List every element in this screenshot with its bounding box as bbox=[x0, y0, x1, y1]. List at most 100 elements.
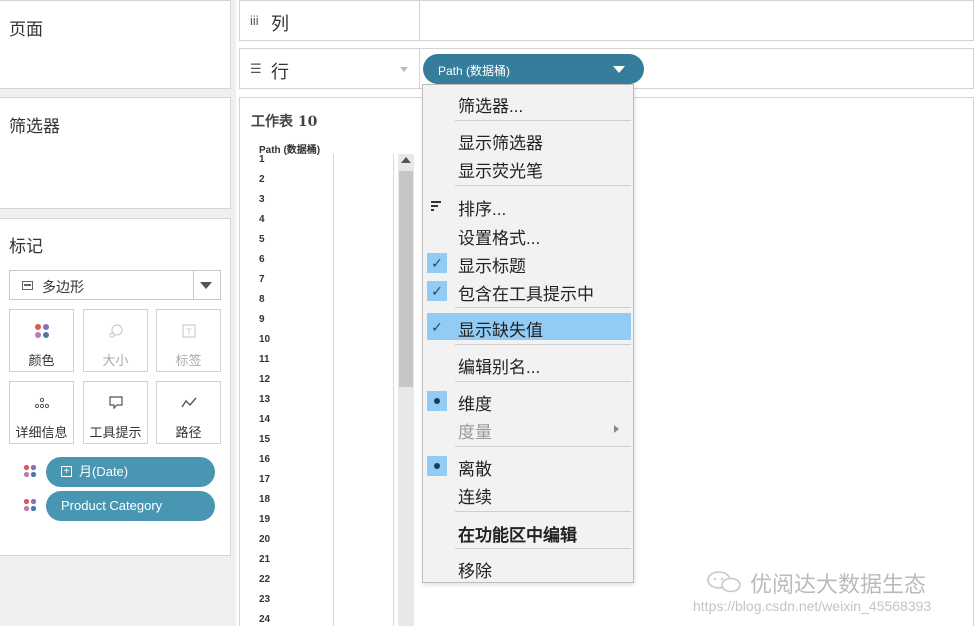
columns-label: 列 bbox=[271, 14, 289, 34]
size-label: 大小 bbox=[102, 353, 129, 368]
sort-icon bbox=[431, 201, 441, 211]
row-number[interactable]: 21 bbox=[259, 554, 270, 565]
menu-separator bbox=[455, 511, 631, 512]
tooltip-icon bbox=[84, 394, 147, 412]
menu-separator bbox=[455, 307, 631, 308]
menu-item-discrete[interactable]: 离散 bbox=[423, 452, 633, 479]
filters-panel[interactable]: 筛选器 bbox=[0, 97, 231, 209]
rows-label-area: ☰ 行 bbox=[240, 49, 420, 88]
menu-separator bbox=[455, 548, 631, 549]
checkmark-icon: ✓ bbox=[427, 281, 447, 301]
menu-item-show-filter[interactable]: 显示筛选器 bbox=[423, 126, 633, 153]
path-label: 路径 bbox=[175, 425, 202, 440]
row-number[interactable]: 17 bbox=[259, 474, 270, 485]
menu-item-show-header[interactable]: ✓ 显示标题 bbox=[423, 249, 633, 276]
detail-dots-icon bbox=[10, 394, 73, 412]
size-button[interactable]: 大小 bbox=[83, 309, 148, 372]
menu-separator bbox=[455, 446, 631, 447]
row-number[interactable]: 19 bbox=[259, 514, 270, 525]
menu-item-dimension[interactable]: 维度 bbox=[423, 387, 633, 414]
column-divider bbox=[333, 154, 334, 626]
row-number[interactable]: 1 bbox=[259, 154, 265, 165]
menu-item-format[interactable]: 设置格式... bbox=[423, 221, 633, 248]
chevron-down-icon[interactable] bbox=[200, 282, 212, 289]
row-number[interactable]: 10 bbox=[259, 334, 270, 345]
mark-type-label: 多边形 bbox=[42, 279, 84, 295]
row-number[interactable]: 13 bbox=[259, 394, 270, 405]
row-number[interactable]: 16 bbox=[259, 454, 270, 465]
product-category-pill[interactable]: Product Category bbox=[46, 491, 215, 521]
tooltip-button[interactable]: 工具提示 bbox=[83, 381, 148, 444]
menu-separator bbox=[455, 381, 631, 382]
menu-item-continuous[interactable]: 连续 bbox=[423, 480, 633, 507]
row-number[interactable]: 14 bbox=[259, 414, 270, 425]
columns-label-area: iii 列 bbox=[240, 1, 420, 40]
row-number[interactable]: 15 bbox=[259, 434, 270, 445]
rows-icon: ☰ bbox=[250, 61, 262, 76]
pill-label: Product Category bbox=[61, 498, 163, 513]
tooltip-label: 工具提示 bbox=[89, 425, 142, 440]
checkmark-icon: ✓ bbox=[427, 317, 447, 337]
vertical-scrollbar[interactable] bbox=[398, 154, 414, 626]
row-number[interactable]: 12 bbox=[259, 374, 270, 385]
polygon-icon bbox=[22, 281, 33, 290]
row-number[interactable]: 8 bbox=[259, 294, 265, 305]
menu-separator bbox=[455, 185, 631, 186]
menu-item-filter[interactable]: 筛选器... bbox=[423, 89, 633, 116]
sheet-title: 工作表 10 bbox=[251, 114, 318, 130]
radio-selected-icon bbox=[427, 391, 447, 411]
scroll-up-icon[interactable] bbox=[401, 157, 411, 163]
month-date-pill[interactable]: + 月(Date) bbox=[46, 457, 215, 487]
submenu-arrow-icon bbox=[614, 425, 619, 433]
menu-item-edit-in-shelf[interactable]: 在功能区中编辑 bbox=[423, 518, 633, 545]
detail-button[interactable]: 详细信息 bbox=[9, 381, 74, 444]
row-number[interactable]: 2 bbox=[259, 174, 265, 185]
row-number[interactable]: 22 bbox=[259, 574, 270, 585]
row-number[interactable]: 9 bbox=[259, 314, 265, 325]
row-number[interactable]: 3 bbox=[259, 194, 265, 205]
watermark-brand: 优阅达大数据生态 bbox=[750, 572, 927, 597]
menu-item-edit-alias[interactable]: 编辑别名... bbox=[423, 350, 633, 377]
pill-label: 月(Date) bbox=[79, 464, 129, 479]
row-number[interactable]: 4 bbox=[259, 214, 265, 225]
color-dots-icon bbox=[23, 498, 37, 517]
wechat-logo-icon bbox=[705, 570, 745, 594]
menu-separator bbox=[455, 344, 631, 345]
rows-label: 行 bbox=[271, 62, 289, 82]
row-number[interactable]: 7 bbox=[259, 274, 265, 285]
color-dots-icon bbox=[23, 464, 37, 483]
row-number[interactable]: 11 bbox=[259, 354, 270, 365]
mark-type-dropdown[interactable]: 多边形 bbox=[9, 270, 221, 300]
menu-item-remove[interactable]: 移除 bbox=[423, 554, 633, 581]
row-number[interactable]: 5 bbox=[259, 234, 265, 245]
context-menu: 筛选器... 显示筛选器 显示荧光笔 排序... 设置格式... ✓ 显示标题 … bbox=[422, 84, 634, 583]
menu-item-show-missing-values[interactable]: ✓ 显示缺失值 bbox=[427, 313, 631, 340]
pages-title: 页面 bbox=[9, 20, 43, 39]
color-button[interactable]: 颜色 bbox=[9, 309, 74, 372]
row-number[interactable]: 6 bbox=[259, 254, 265, 265]
menu-item-sort[interactable]: 排序... bbox=[423, 192, 633, 219]
watermark-url: https://blog.csdn.net/weixin_45568393 bbox=[693, 598, 932, 614]
path-line-icon bbox=[157, 394, 220, 412]
path-bin-pill[interactable]: Path (数据桶) bbox=[423, 54, 644, 84]
chevron-down-icon[interactable] bbox=[613, 66, 625, 73]
row-number[interactable]: 23 bbox=[259, 594, 270, 605]
path-button[interactable]: 路径 bbox=[156, 381, 221, 444]
columns-shelf[interactable]: iii 列 bbox=[239, 0, 974, 41]
filters-title: 筛选器 bbox=[9, 117, 60, 136]
scroll-thumb[interactable] bbox=[399, 171, 413, 387]
text-label-icon: T bbox=[157, 322, 220, 340]
label-button[interactable]: T 标签 bbox=[156, 309, 221, 372]
menu-item-include-in-tooltip[interactable]: ✓ 包含在工具提示中 bbox=[423, 277, 633, 304]
row-number[interactable]: 24 bbox=[259, 614, 270, 625]
pill-label: Path (数据桶) bbox=[438, 64, 511, 78]
chevron-down-icon[interactable] bbox=[400, 67, 408, 72]
menu-item-show-highlighter[interactable]: 显示荧光笔 bbox=[423, 154, 633, 181]
row-number[interactable]: 20 bbox=[259, 534, 270, 545]
row-number[interactable]: 18 bbox=[259, 494, 270, 505]
checkmark-icon: ✓ bbox=[427, 253, 447, 273]
expand-plus-icon[interactable]: + bbox=[61, 466, 72, 477]
table-edge bbox=[393, 154, 394, 626]
radio-selected-icon bbox=[427, 456, 447, 476]
size-icon bbox=[84, 322, 147, 340]
